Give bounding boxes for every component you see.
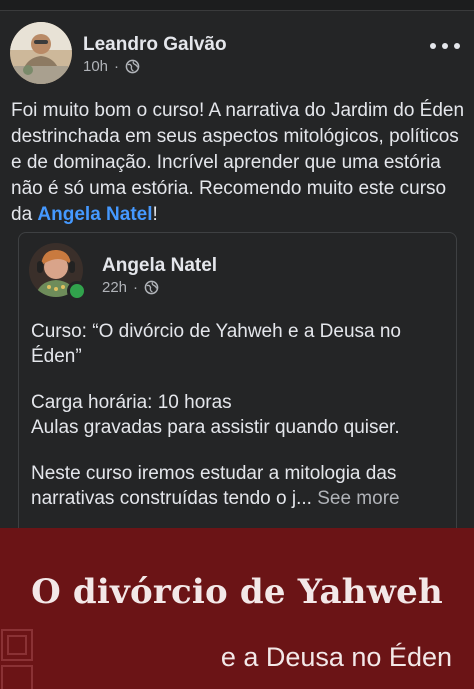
shared-course-info: Carga horária: 10 horas Aulas gravadas pa… bbox=[31, 390, 451, 440]
course-banner-image[interactable]: O divórcio de Yahweh e a Deusa no Éden bbox=[0, 528, 474, 689]
post-time[interactable]: 10h bbox=[83, 58, 108, 75]
shared-meta-separator: · bbox=[133, 279, 139, 296]
see-more-link[interactable]: See more bbox=[317, 488, 399, 509]
more-dots-icon[interactable] bbox=[430, 36, 460, 56]
top-divider bbox=[0, 0, 474, 11]
course-hours: Carga horária: 10 horas bbox=[31, 392, 232, 413]
post-body: Foi muito bom o curso! A narrativa do Ja… bbox=[11, 98, 467, 228]
shared-post-header: Angela Natel 22h · bbox=[29, 243, 429, 301]
post-text-end: ! bbox=[152, 204, 158, 225]
author-avatar[interactable] bbox=[10, 22, 72, 84]
banner-title: O divórcio de Yahweh bbox=[31, 572, 443, 612]
meta-separator: · bbox=[114, 58, 120, 75]
post-meta: 10h · bbox=[83, 58, 140, 75]
decorative-pattern bbox=[1, 629, 33, 689]
shared-post-time[interactable]: 22h bbox=[102, 279, 127, 296]
shared-post-card[interactable]: Angela Natel 22h · Curso: “O divórcio de… bbox=[18, 232, 457, 533]
banner-subtitle: e a Deusa no Éden bbox=[220, 642, 452, 672]
shared-course-title: Curso: “O divórcio de Yahweh e a Deusa n… bbox=[31, 321, 401, 367]
globe-icon bbox=[144, 280, 159, 295]
globe-icon bbox=[125, 59, 140, 74]
shared-course-desc: Neste curso iremos estudar a mitologia d… bbox=[31, 461, 451, 511]
mention-link[interactable]: Angela Natel bbox=[37, 204, 152, 225]
shared-post-body: Curso: “O divórcio de Yahweh e a Deusa n… bbox=[31, 319, 451, 532]
course-recorded: Aulas gravadas para assistir quando quis… bbox=[31, 417, 400, 438]
shared-post-meta: 22h · bbox=[102, 279, 159, 296]
online-status-dot bbox=[67, 281, 87, 301]
post-header: Leandro Galvão 10h · bbox=[10, 22, 464, 84]
shared-author-name[interactable]: Angela Natel bbox=[102, 255, 217, 277]
author-name[interactable]: Leandro Galvão bbox=[83, 34, 227, 56]
